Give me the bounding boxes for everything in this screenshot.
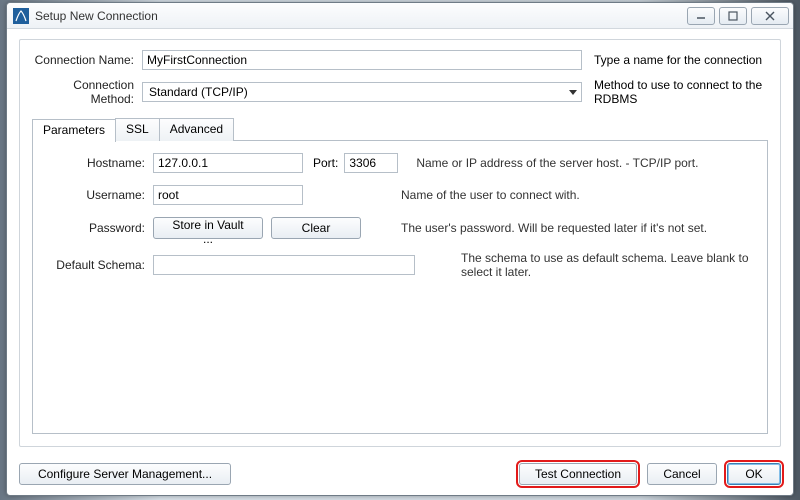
default-schema-input[interactable] — [153, 255, 415, 275]
help-connection-method: Method to use to connect to the RDBMS — [594, 78, 768, 106]
row-hostname: Hostname: Port: Name or IP address of th… — [43, 153, 757, 173]
chevron-down-icon — [569, 90, 577, 95]
configure-server-management-button[interactable]: Configure Server Management... — [19, 463, 231, 485]
help-connection-name: Type a name for the connection — [594, 53, 768, 67]
help-hostport: Name or IP address of the server host. -… — [416, 156, 757, 170]
label-password: Password: — [43, 221, 153, 235]
username-input[interactable] — [153, 185, 303, 205]
label-default-schema: Default Schema: — [43, 258, 153, 272]
hostname-input[interactable] — [153, 153, 303, 173]
tab-strip: Parameters SSL Advanced — [32, 118, 768, 141]
dialog-footer: Configure Server Management... Test Conn… — [7, 455, 793, 495]
dialog-window: Setup New Connection Connection Name: Ty… — [6, 2, 794, 496]
window-title: Setup New Connection — [35, 9, 683, 23]
label-username: Username: — [43, 188, 153, 202]
connection-method-dropdown[interactable]: Standard (TCP/IP) — [142, 82, 582, 102]
row-connection-name: Connection Name: Type a name for the con… — [32, 50, 768, 70]
help-username: Name of the user to connect with. — [401, 188, 757, 202]
close-button[interactable] — [751, 7, 789, 25]
help-default-schema: The schema to use as default schema. Lea… — [461, 251, 757, 279]
tab-panel-parameters: Hostname: Port: Name or IP address of th… — [32, 140, 768, 434]
ok-button[interactable]: OK — [727, 463, 781, 485]
connection-method-value: Standard (TCP/IP) — [149, 85, 248, 99]
clear-password-button[interactable]: Clear — [271, 217, 361, 239]
maximize-button[interactable] — [719, 7, 747, 25]
store-in-vault-button[interactable]: Store in Vault ... — [153, 217, 263, 239]
row-username: Username: Name of the user to connect wi… — [43, 185, 757, 205]
test-connection-button[interactable]: Test Connection — [519, 463, 637, 485]
form-group: Connection Name: Type a name for the con… — [19, 39, 781, 447]
port-input[interactable] — [344, 153, 398, 173]
label-connection-method: Connection Method: — [32, 78, 142, 106]
label-hostname: Hostname: — [43, 156, 153, 170]
cancel-button[interactable]: Cancel — [647, 463, 717, 485]
minimize-button[interactable] — [687, 7, 715, 25]
app-icon — [13, 8, 29, 24]
row-connection-method: Connection Method: Standard (TCP/IP) Met… — [32, 78, 768, 106]
label-port: Port: — [313, 156, 338, 170]
connection-name-input[interactable] — [142, 50, 582, 70]
tab-advanced[interactable]: Advanced — [159, 118, 234, 141]
content-area: Connection Name: Type a name for the con… — [7, 29, 793, 455]
row-default-schema: Default Schema: The schema to use as def… — [43, 251, 757, 279]
titlebar: Setup New Connection — [7, 3, 793, 29]
tab-ssl[interactable]: SSL — [115, 118, 160, 141]
tab-parameters[interactable]: Parameters — [32, 119, 116, 142]
row-password: Password: Store in Vault ... Clear The u… — [43, 217, 757, 239]
label-connection-name: Connection Name: — [32, 53, 142, 67]
help-password: The user's password. Will be requested l… — [401, 221, 757, 235]
